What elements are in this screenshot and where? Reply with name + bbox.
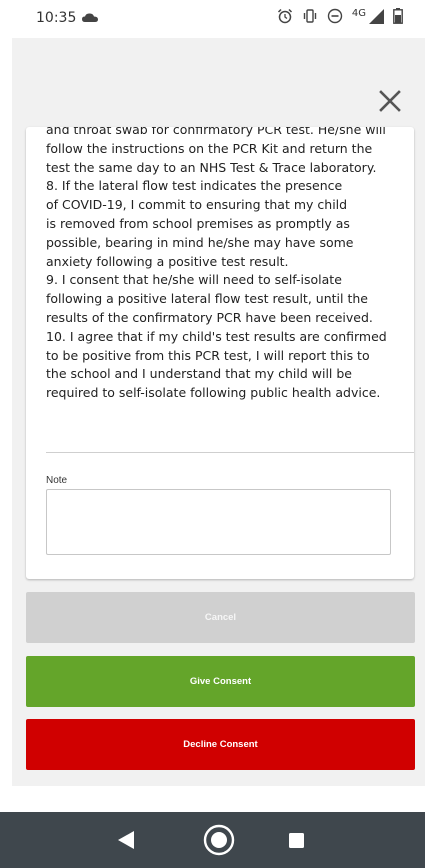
decline-consent-button[interactable]: Decline Consent (26, 719, 415, 770)
home-icon[interactable] (203, 824, 235, 856)
consent-line: test the same day to an NHS Test & Trace… (46, 159, 377, 175)
consent-line: results of the confirmatory PCR have bee… (46, 309, 373, 325)
consent-line: the school and I understand that my chil… (46, 366, 352, 382)
status-time: 10:35 (36, 10, 77, 26)
consent-line: to be positive from this PCR test, I wil… (46, 347, 370, 363)
battery-icon (393, 8, 403, 24)
consent-line: 10. I agree that if my child's test resu… (46, 328, 387, 344)
give-consent-button[interactable]: Give Consent (26, 656, 415, 707)
vibrate-icon (303, 9, 317, 23)
recents-icon[interactable] (289, 833, 304, 848)
back-icon[interactable] (118, 831, 134, 849)
signal-icon (369, 8, 384, 24)
note-label: Note (46, 475, 68, 486)
alarm-icon (277, 8, 292, 24)
navigation-bar (0, 812, 425, 868)
consent-line: follow the instructions on the PCR Kit a… (46, 140, 373, 156)
status-icons: 4G (277, 8, 403, 24)
consent-line: of COVID-19, I commit to ensuring that m… (46, 197, 348, 213)
consent-line: is removed from school premises as promp… (46, 215, 350, 231)
consent-line: 8. If the lateral flow test indicates th… (46, 178, 343, 194)
consent-line: required to self-isolate following publi… (46, 385, 381, 401)
consent-text[interactable]: and throat swab for confirmatory PCR tes… (46, 127, 412, 403)
status-bar: 10:35 4G (0, 0, 425, 38)
consent-line: anxiety following a positive test result… (46, 253, 289, 269)
cloud-icon (82, 13, 98, 22)
consent-line: following a positive lateral flow test r… (46, 291, 368, 307)
cancel-button[interactable]: Cancel (26, 592, 415, 643)
do-not-disturb-icon (327, 8, 343, 24)
note-field[interactable] (46, 489, 391, 555)
consent-card: and throat swab for confirmatory PCR tes… (26, 127, 414, 579)
divider (46, 452, 414, 453)
close-icon[interactable] (377, 88, 403, 114)
consent-line: possible, bearing in mind he/she may hav… (46, 234, 354, 250)
consent-line: 9. I consent that he/she will need to se… (46, 272, 342, 288)
consent-line: and throat swab for confirmatory PCR tes… (46, 127, 386, 137)
network-type: 4G (351, 7, 366, 19)
